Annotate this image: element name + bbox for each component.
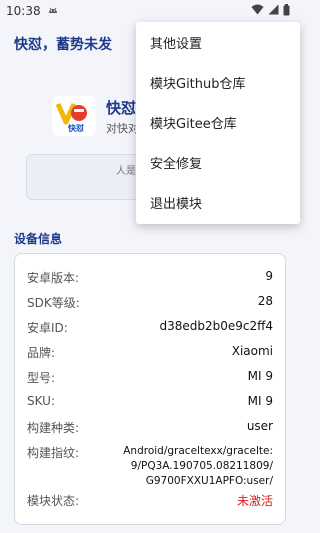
status-badge: 未激活 [236, 494, 273, 508]
info-row-android-id: 安卓ID: d38edb2b0e9c2ff4 [27, 319, 273, 336]
battery-icon [283, 3, 290, 19]
device-info-card: 安卓版本: 9 SDK等级: 28 安卓ID: d38edb2b0e9c2ff4… [14, 253, 286, 525]
info-value: MI 9 [247, 394, 273, 408]
info-value: Android/graceltexx/gracelte: 9/PQ3A.1907… [123, 444, 273, 489]
info-label: SDK等级: [27, 296, 80, 310]
brand-header: 快怼 快怼 对快对 [52, 96, 139, 136]
menu-item-security-fix[interactable]: 安全修复 [136, 142, 300, 182]
info-row-brand: 品牌: Xiaomi [27, 344, 273, 361]
info-value: Xiaomi [231, 344, 273, 358]
brand-subtitle: 对快对 [106, 121, 139, 135]
info-value: 28 [257, 294, 273, 308]
info-value: 9 [265, 269, 273, 283]
info-row-model: 型号: MI 9 [27, 369, 273, 386]
info-label: 安卓版本: [27, 271, 80, 285]
info-row-fingerprint: 构建指纹: Android/graceltexx/gracelte: 9/PQ3… [27, 444, 273, 489]
info-value: MI 9 [247, 369, 273, 383]
info-value: d38edb2b0e9c2ff4 [159, 319, 273, 333]
fingerprint-line-3: G9700FXXU1APFO:user/ [145, 475, 273, 487]
svg-text:快怼: 快怼 [68, 123, 84, 133]
status-time: 10:38 [6, 4, 41, 18]
info-row-sdk: SDK等级: 28 [27, 294, 273, 311]
fingerprint-line-2: 9/PQ3A.190705.08211809/ [130, 460, 273, 472]
info-row-build-type: 构建种类: user [27, 419, 273, 436]
app-title: 快怼，蓄势未发 [14, 37, 112, 53]
brand-name: 快怼 [106, 98, 137, 117]
menu-item-other-settings[interactable]: 其他设置 [136, 22, 300, 62]
info-row-android-version: 安卓版本: 9 [27, 269, 273, 286]
info-label: SKU: [27, 394, 55, 408]
menu-item-exit-module[interactable]: 退出模块 [136, 182, 300, 222]
app-logo-icon: 快怼 [52, 96, 96, 136]
wifi-icon [251, 4, 264, 18]
menu-item-github-repo[interactable]: 模块Github仓库 [136, 62, 300, 102]
info-label: 模块状态: [27, 494, 80, 508]
info-value: user [246, 419, 273, 433]
info-label: 型号: [27, 371, 56, 385]
menu-item-gitee-repo[interactable]: 模块Gitee仓库 [136, 102, 300, 142]
fingerprint-line-1: Android/graceltexx/gracelte: [123, 445, 273, 457]
signal-icon [268, 4, 279, 18]
info-row-sku: SKU: MI 9 [27, 394, 273, 408]
info-label: 构建种类: [27, 421, 80, 435]
info-label: 构建指纹: [27, 446, 80, 460]
info-label: 安卓ID: [27, 321, 68, 335]
section-title: 设备信息 [14, 232, 63, 246]
info-row-module-status: 模块状态: 未激活 [27, 492, 273, 509]
status-bar: 10:38 [0, 0, 300, 22]
android-notification-icon [47, 4, 59, 18]
info-label: 品牌: [27, 346, 56, 360]
overflow-menu: 其他设置 模块Github仓库 模块Gitee仓库 安全修复 退出模块 [136, 22, 300, 224]
